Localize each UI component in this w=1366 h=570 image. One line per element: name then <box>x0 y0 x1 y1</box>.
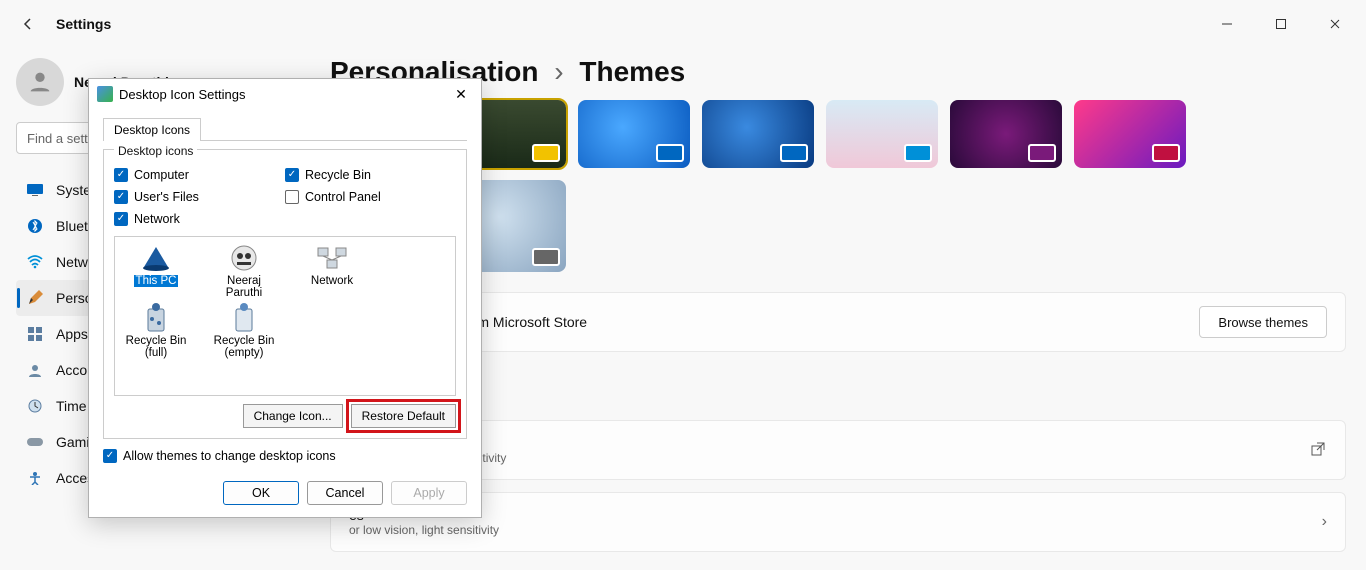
icon-recycle-empty[interactable]: Recycle Bin (empty) <box>209 303 279 359</box>
contrast-themes-row[interactable]: es or low vision, light sensitivity › <box>330 492 1346 552</box>
related-heading: Related settings <box>330 380 1346 396</box>
bluetooth-icon <box>26 217 44 235</box>
page-title: Themes <box>579 56 685 87</box>
group-legend: Desktop icons <box>114 144 197 158</box>
check-recycle-bin[interactable]: Recycle Bin <box>285 164 456 186</box>
store-bar: Get more themes from Microsoft Store Bro… <box>330 292 1346 352</box>
icon-network[interactable]: Network <box>297 243 367 299</box>
open-external-icon <box>1311 442 1327 458</box>
ok-button[interactable]: OK <box>223 481 299 505</box>
theme-thumb[interactable] <box>826 100 938 168</box>
accessibility-icon <box>26 469 44 487</box>
window-title: Settings <box>56 16 111 32</box>
wifi-icon <box>26 253 44 271</box>
desktop-icons-group: Desktop icons Computer User's Files Netw… <box>103 149 467 439</box>
system-icon <box>26 181 44 199</box>
checkbox-icon <box>103 449 117 463</box>
clock-icon <box>26 397 44 415</box>
dialog-title: Desktop Icon Settings <box>119 87 245 102</box>
theme-thumb[interactable] <box>578 100 690 168</box>
minimize-button[interactable] <box>1212 9 1242 39</box>
apps-icon <box>26 325 44 343</box>
tab-desktop-icons[interactable]: Desktop Icons <box>103 118 201 141</box>
allow-themes-checkbox[interactable]: Allow themes to change desktop icons <box>103 449 467 463</box>
check-network[interactable]: Network <box>114 208 285 230</box>
themes-grid <box>330 100 1346 168</box>
accounts-icon <box>26 361 44 379</box>
theme-thumb[interactable] <box>1074 100 1186 168</box>
checkbox-icon <box>114 168 128 182</box>
check-control-panel[interactable]: Control Panel <box>285 186 456 208</box>
avatar <box>16 58 64 106</box>
dialog-titlebar: Desktop Icon Settings ✕ <box>89 79 481 109</box>
cancel-button[interactable]: Cancel <box>307 481 383 505</box>
row-subtext: or low vision, light sensitivity <box>349 523 499 537</box>
content: Personalisation › Themes Get more themes… <box>330 48 1346 552</box>
desktop-icon-settings-dialog: Desktop Icon Settings ✕ Desktop Icons De… <box>88 78 482 518</box>
icon-this-pc[interactable]: This PC <box>121 243 191 299</box>
window-controls <box>1212 9 1350 39</box>
checkbox-icon <box>114 212 128 226</box>
checkbox-icon <box>114 190 128 204</box>
sidebar-item-label: Apps <box>56 326 88 342</box>
checkbox-icon <box>285 168 299 182</box>
breadcrumb: Personalisation › Themes <box>330 56 1346 88</box>
dialog-close-button[interactable]: ✕ <box>449 82 473 106</box>
apply-button: Apply <box>391 481 467 505</box>
restore-default-button[interactable]: Restore Default <box>351 404 456 428</box>
paint-icon <box>26 289 44 307</box>
titlebar: Settings <box>0 0 1366 48</box>
chevron-right-icon: › <box>1322 513 1327 531</box>
checkbox-icon <box>285 190 299 204</box>
check-computer[interactable]: Computer <box>114 164 285 186</box>
dialog-footer: OK Cancel Apply <box>89 473 481 517</box>
gaming-icon <box>26 433 44 451</box>
icon-recycle-full[interactable]: Recycle Bin (full) <box>121 303 191 359</box>
theme-thumb[interactable] <box>950 100 1062 168</box>
back-button[interactable] <box>16 12 40 36</box>
desktop-icon-settings-row[interactable]: Desktop icon settings ettings For low vi… <box>330 420 1346 480</box>
browse-themes-button[interactable]: Browse themes <box>1199 306 1327 338</box>
icon-user-folder[interactable]: Neeraj Paruthi <box>209 243 279 299</box>
check-users-files[interactable]: User's Files <box>114 186 285 208</box>
icon-preview-list: This PC Neeraj Paruthi Network Recycle B… <box>114 236 456 396</box>
maximize-button[interactable] <box>1266 9 1296 39</box>
chevron-right-icon: › <box>554 56 563 87</box>
change-icon-button[interactable]: Change Icon... <box>243 404 343 428</box>
theme-thumb[interactable] <box>702 100 814 168</box>
dialog-icon <box>97 86 113 102</box>
close-button[interactable] <box>1320 9 1350 39</box>
